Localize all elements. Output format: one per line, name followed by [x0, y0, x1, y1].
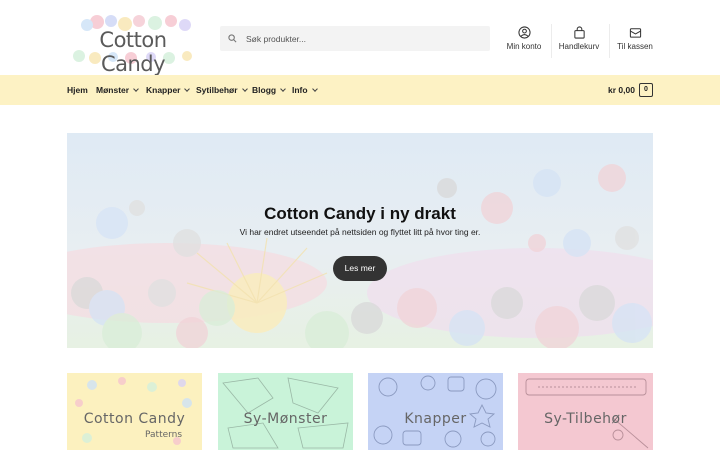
read-more-button[interactable]: Les mer [333, 256, 387, 281]
nav-item-knapper[interactable]: Knapper [146, 75, 191, 105]
category-label: Sy-Mønster [243, 411, 328, 427]
nav-item-label: Hjem [67, 85, 88, 95]
chevron-down-icon [280, 86, 286, 92]
search-input[interactable]: Søk produkter... [220, 26, 490, 51]
chevron-down-icon [184, 86, 191, 92]
category-knapper[interactable]: Knapper [368, 373, 503, 450]
logo-text: Cotton Candy [99, 28, 167, 76]
nav-item-info[interactable]: Info [292, 75, 318, 105]
user-icon [517, 26, 531, 39]
nav-item-label: Sytilbehør [196, 85, 238, 95]
chevron-down-icon [241, 86, 248, 92]
nav-item-label: Blogg [252, 85, 277, 95]
hero-background-image [67, 133, 653, 348]
site-header: Cotton Candy Søk produkter... Min konto … [0, 0, 720, 76]
cart-count-badge[interactable]: 0 [639, 83, 653, 97]
search-placeholder: Søk produkter... [246, 33, 306, 44]
cart-total[interactable]: kr 0,00 [608, 75, 635, 105]
search-icon [228, 34, 237, 43]
category-sublabel: Patterns [145, 430, 183, 440]
chevron-down-icon [311, 86, 318, 92]
bag-icon [573, 26, 585, 39]
category-label: Cotton Candy [83, 411, 186, 427]
category-sy-monster[interactable]: Sy-Mønster [218, 373, 353, 450]
nav-item-label: Info [292, 85, 308, 95]
category-patterns[interactable]: Cotton Candy Patterns [67, 373, 202, 450]
divider [551, 24, 552, 58]
chevron-down-icon [133, 86, 139, 92]
hero-subtitle: Vi har endret utseendet på nettsiden og … [239, 227, 481, 237]
nav-item-blogg[interactable]: Blogg [252, 75, 286, 105]
category-sy-tilbehor[interactable]: Sy-Tilbehør [518, 373, 653, 450]
category-label: Sy-Tilbehør [544, 411, 627, 427]
my-account-link[interactable]: Min konto [503, 26, 545, 56]
checkout-label: Til kassen [617, 42, 653, 51]
nav-item-monster[interactable]: Mønster [96, 75, 139, 105]
my-account-label: Min konto [506, 42, 542, 51]
cart-link[interactable]: Handlekurv [557, 26, 601, 56]
nav-item-hjem[interactable]: Hjem [67, 75, 88, 105]
checkout-link[interactable]: Til kassen [615, 26, 655, 56]
nav-item-sytilbehor[interactable]: Sytilbehør [196, 75, 248, 105]
main-nav: Hjem Mønster Knapper Sytilbehør Blogg In… [0, 75, 720, 105]
divider [609, 24, 610, 58]
nav-item-label: Mønster [96, 85, 130, 95]
hero-banner: Cotton Candy i ny drakt Vi har endret ut… [67, 133, 653, 348]
cart-label: Handlekurv [558, 42, 600, 51]
category-label: Knapper [404, 411, 467, 427]
nav-item-label: Knapper [146, 85, 181, 95]
logo[interactable]: Cotton Candy [67, 12, 199, 76]
checkout-icon [629, 28, 641, 38]
hero-title: Cotton Candy i ny drakt [264, 204, 456, 223]
